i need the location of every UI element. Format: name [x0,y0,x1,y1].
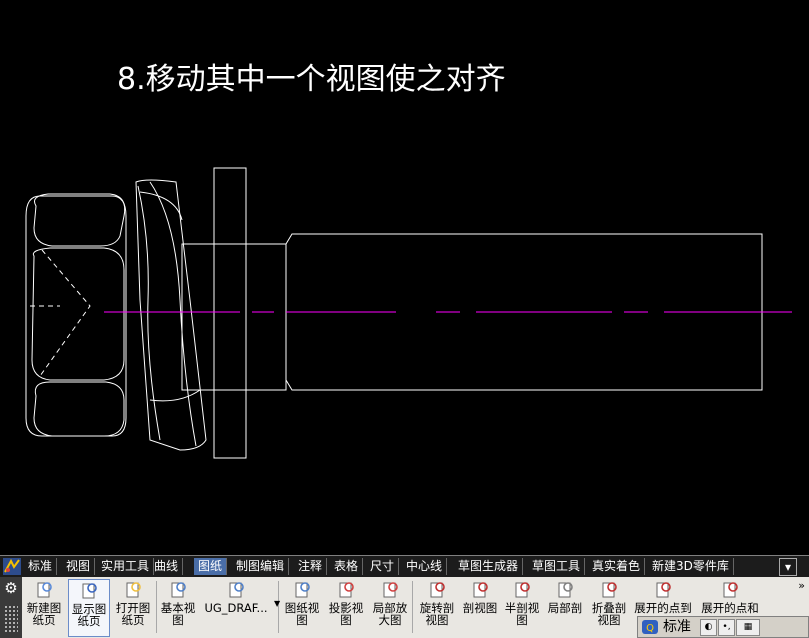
ug-draft-button[interactable]: UG_DRAF... [200,579,272,635]
button-label: 图 [296,613,308,627]
open-sheet-icon [126,582,141,598]
drawing-view-button[interactable]: 图纸视图 [282,579,322,635]
button-label: 图 [340,613,352,627]
revolved-section-button[interactable]: 旋转剖 视图 [416,579,458,635]
button-label: UG_DRAF... [204,601,268,615]
nx-logo-icon[interactable] [2,557,22,576]
drawing-view-icon [295,582,310,598]
button-label: 纸页 [77,614,101,628]
projected-view-icon [339,582,354,598]
button-label: 大图 [378,613,402,627]
open-sheet-button[interactable]: 打开图 纸页 [112,579,154,635]
gear-icon[interactable]: ⚙ [3,580,19,596]
folded-section-icon [602,582,617,598]
tab-13[interactable]: 新建3D零件库 [648,558,734,575]
display-sheet-button[interactable]: 显示图 纸页 [68,579,110,637]
new-sheet-icon [37,582,52,598]
unfolded-point-icon [656,582,671,598]
slide-title: 8.移动其中一个视图使之对齐 [117,62,506,97]
button-label: 图 [516,613,528,627]
folded-section-button[interactable]: 折叠剖 视图 [588,579,630,635]
base-view-button[interactable]: 基本视图 [158,579,198,635]
display-sheet-icon [82,583,97,599]
tab-2[interactable]: 实用工具 [97,558,155,575]
revolved-section-icon [430,582,445,598]
tab-7[interactable]: 表格 [330,558,364,575]
grip-icon[interactable] [4,605,18,633]
button-label: 视图 [425,613,449,627]
end-view-hidden [30,249,91,377]
half-section-button[interactable]: 半剖视图 [502,579,542,635]
more-icon[interactable]: » [798,579,805,592]
status-logo-icon: Q [642,620,658,634]
section-view-button[interactable]: 剖视图 [460,579,500,635]
tabs-menu-icon[interactable]: ▾ [779,558,797,576]
end-view-lobe-mid [31,247,125,381]
tab-3[interactable]: 曲线 [150,558,184,575]
tab-5[interactable]: 制图编辑 [232,558,290,575]
dots-icon[interactable]: •, [718,619,735,636]
button-label: 纸页 [121,613,145,627]
detail-view-icon [383,582,398,598]
tab-8[interactable]: 尺寸 [366,558,400,575]
drawing-views [25,167,763,459]
helix-curve-3 [139,191,201,402]
tab-9[interactable]: 中心线 [402,558,448,575]
toolbar-tabs: 标准 视图 实用工具 曲线 图纸 制图编辑 注释 表格 尺寸 中心线 草图生成器 草图工具 真实着色 新建… [0,556,809,577]
keyboard-icon[interactable]: ▦ [736,619,760,636]
half-section-icon [515,582,530,598]
collar [213,167,247,459]
break-out-section-button[interactable]: 局部剖 [544,579,586,635]
button-label: 展开的点和 [701,601,759,615]
tab-4[interactable]: 图纸 [194,558,228,575]
button-label: 展开的点到 [634,601,692,615]
projected-view-button[interactable]: 投影视图 [326,579,366,635]
side-panel: ⚙ [0,577,22,638]
break-out-section-icon [558,582,573,598]
svg-text:Q: Q [646,623,654,634]
button-label: 剖视图 [462,601,498,615]
toolbar-separator [412,581,413,633]
tab-12[interactable]: 真实着色 [588,558,646,575]
new-sheet-button[interactable]: 新建图 纸页 [24,579,64,635]
toolbar-separator [156,581,157,633]
moon-icon[interactable]: ◐ [700,619,717,636]
button-label: 图 [172,613,184,627]
status-area: Q 标准 ◐ •, ▦ [637,616,809,638]
dropdown-arrow-icon[interactable]: ▼ [274,599,280,608]
unfolded-point-angle-icon [723,582,738,598]
ug-toolbar: 标准 视图 实用工具 曲线 图纸 制图编辑 注释 表格 尺寸 中心线 草图生成器 草图工具 真实着色 新建… [0,555,809,638]
helix-outline [135,179,207,451]
base-view-icon [171,582,186,598]
section-view-icon [473,582,488,598]
end-view-outline [25,195,127,437]
button-label: 纸页 [32,613,56,627]
button-label: 视图 [597,613,621,627]
end-view-lobe-bot [33,381,125,437]
button-label: 局部剖 [547,601,583,615]
end-view-lobe-top [33,193,126,247]
tab-6[interactable]: 注释 [294,558,328,575]
helix-curve-2 [149,181,197,447]
tab-11[interactable]: 草图工具 [528,558,586,575]
status-text: 标准 [663,619,691,635]
ug-draft-icon [229,582,244,598]
tab-1[interactable]: 视图 [62,558,96,575]
tab-10[interactable]: 草图生成器 [454,558,524,575]
tab-0[interactable]: 标准 [24,558,58,575]
detail-view-button[interactable]: 局部放 大图 [368,579,412,635]
